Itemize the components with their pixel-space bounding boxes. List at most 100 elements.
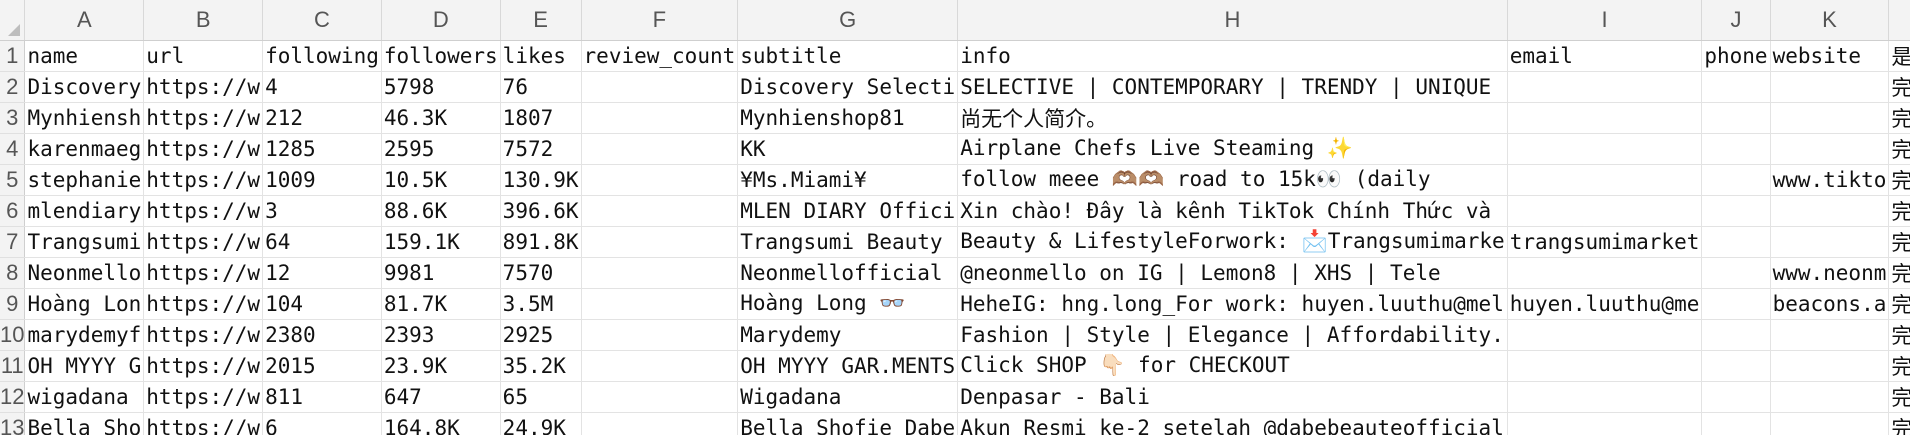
cell-j7[interactable] <box>1701 226 1771 258</box>
cell-j11[interactable] <box>1701 350 1771 382</box>
cell-i3[interactable] <box>1507 102 1703 134</box>
cell-b9[interactable]: https://w <box>143 288 264 320</box>
cell-e9[interactable]: 3.5M <box>500 288 582 320</box>
cell-a3[interactable]: Mynhiensh <box>24 102 145 134</box>
cell-b8[interactable]: https://w <box>143 257 264 289</box>
cell-h9[interactable]: HeheIG: hng.long_For work: huyen.luuthu@… <box>957 288 1508 320</box>
row-header[interactable]: 10 <box>0 319 26 351</box>
cell-k6[interactable] <box>1770 195 1890 227</box>
cell-b4[interactable]: https://w <box>143 133 264 165</box>
cell-e2[interactable]: 76 <box>500 71 582 103</box>
cell-e8[interactable]: 7570 <box>500 257 582 289</box>
row-header[interactable]: 12 <box>0 381 26 413</box>
cell-d5[interactable]: 10.5K <box>381 164 501 196</box>
cell-j8[interactable] <box>1701 257 1771 289</box>
cell-e12[interactable]: 65 <box>500 381 582 413</box>
row-header[interactable]: 13 <box>0 412 26 435</box>
row-header[interactable]: 8 <box>0 257 26 289</box>
cell-i4[interactable] <box>1507 133 1703 165</box>
cell-j9[interactable] <box>1701 288 1771 320</box>
cell-l4[interactable]: 完成 <box>1888 133 1910 165</box>
cell-a11[interactable]: OH MYYY G <box>24 350 145 382</box>
cell-k1[interactable]: website <box>1770 40 1890 72</box>
cell-h7[interactable]: Beauty & LifestyleForwork: 📩Trangsumimar… <box>957 226 1508 258</box>
cell-d10[interactable]: 2393 <box>381 319 501 351</box>
cell-h10[interactable]: Fashion | Style | Elegance | Affordabili… <box>957 319 1508 351</box>
cell-a7[interactable]: Trangsumi <box>24 226 145 258</box>
row-header[interactable]: 5 <box>0 164 26 196</box>
cell-j3[interactable] <box>1701 102 1771 134</box>
cell-b12[interactable]: https://w <box>143 381 264 413</box>
cell-e7[interactable]: 891.8K <box>500 226 582 258</box>
cell-i13[interactable] <box>1507 412 1703 435</box>
column-header-b[interactable]: B <box>143 0 264 41</box>
cell-f4[interactable] <box>581 133 739 165</box>
cell-l3[interactable]: 完成 <box>1888 102 1910 134</box>
cell-a8[interactable]: Neonmello <box>24 257 145 289</box>
spreadsheet-grid[interactable]: ABCDEFGHIJKL1nameurlfollowingfollowersli… <box>0 0 1910 435</box>
cell-i7[interactable]: trangsumimarket <box>1507 226 1703 258</box>
cell-d11[interactable]: 23.9K <box>381 350 501 382</box>
cell-f3[interactable] <box>581 102 739 134</box>
column-header-d[interactable]: D <box>381 0 501 41</box>
cell-d12[interactable]: 647 <box>381 381 501 413</box>
cell-d6[interactable]: 88.6K <box>381 195 501 227</box>
column-header-e[interactable]: E <box>500 0 582 41</box>
cell-g5[interactable]: ¥Ms.Miami¥ <box>737 164 959 196</box>
cell-a13[interactable]: Bella Sho <box>24 412 145 435</box>
cell-b7[interactable]: https://w <box>143 226 264 258</box>
row-header[interactable]: 9 <box>0 288 26 320</box>
cell-c7[interactable]: 64 <box>262 226 382 258</box>
cell-l7[interactable]: 完成 <box>1888 226 1910 258</box>
cell-c12[interactable]: 811 <box>262 381 382 413</box>
cell-g2[interactable]: Discovery Selecti <box>737 71 959 103</box>
cell-b3[interactable]: https://w <box>143 102 264 134</box>
cell-f10[interactable] <box>581 319 739 351</box>
cell-b2[interactable]: https://w <box>143 71 264 103</box>
cell-g6[interactable]: MLEN DIARY Offici <box>737 195 959 227</box>
cell-h4[interactable]: Airplane Chefs Live Steaming ✨ <box>957 133 1508 165</box>
cell-e5[interactable]: 130.9K <box>500 164 582 196</box>
cell-k7[interactable] <box>1770 226 1890 258</box>
cell-i8[interactable] <box>1507 257 1703 289</box>
cell-a1[interactable]: name <box>24 40 145 72</box>
cell-f11[interactable] <box>581 350 739 382</box>
cell-b11[interactable]: https://w <box>143 350 264 382</box>
cell-g1[interactable]: subtitle <box>737 40 959 72</box>
column-header-i[interactable]: I <box>1507 0 1703 41</box>
row-header[interactable]: 2 <box>0 71 26 103</box>
cell-k10[interactable] <box>1770 319 1890 351</box>
cell-k13[interactable] <box>1770 412 1890 435</box>
column-header-l[interactable]: L <box>1888 0 1910 41</box>
cell-e3[interactable]: 1807 <box>500 102 582 134</box>
row-header[interactable]: 6 <box>0 195 26 227</box>
cell-l12[interactable]: 完成 <box>1888 381 1910 413</box>
row-header[interactable]: 11 <box>0 350 26 382</box>
cell-d2[interactable]: 5798 <box>381 71 501 103</box>
cell-d4[interactable]: 2595 <box>381 133 501 165</box>
cell-g8[interactable]: Neonmellofficial <box>737 257 959 289</box>
cell-g3[interactable]: Mynhienshop81 <box>737 102 959 134</box>
cell-d1[interactable]: followers <box>381 40 501 72</box>
row-header[interactable]: 3 <box>0 102 26 134</box>
cell-b6[interactable]: https://w <box>143 195 264 227</box>
cell-f9[interactable] <box>581 288 739 320</box>
cell-c9[interactable]: 104 <box>262 288 382 320</box>
cell-c5[interactable]: 1009 <box>262 164 382 196</box>
cell-a5[interactable]: stephanie <box>24 164 145 196</box>
cell-i12[interactable] <box>1507 381 1703 413</box>
cell-c13[interactable]: 6 <box>262 412 382 435</box>
row-header[interactable]: 4 <box>0 133 26 165</box>
cell-e10[interactable]: 2925 <box>500 319 582 351</box>
cell-c10[interactable]: 2380 <box>262 319 382 351</box>
column-header-a[interactable]: A <box>24 0 145 41</box>
cell-a12[interactable]: wigadana <box>24 381 145 413</box>
cell-h3[interactable]: 尚无个人简介。 <box>957 102 1508 134</box>
cell-h13[interactable]: Akun Resmi ke-2 setelah @dabebeauteoffic… <box>957 412 1508 435</box>
cell-j4[interactable] <box>1701 133 1771 165</box>
column-header-j[interactable]: J <box>1701 0 1771 41</box>
select-all-corner[interactable] <box>0 0 26 41</box>
cell-k8[interactable]: www.neonm <box>1770 257 1890 289</box>
cell-e4[interactable]: 7572 <box>500 133 582 165</box>
cell-g13[interactable]: Bella Shofie Dabe <box>737 412 959 435</box>
